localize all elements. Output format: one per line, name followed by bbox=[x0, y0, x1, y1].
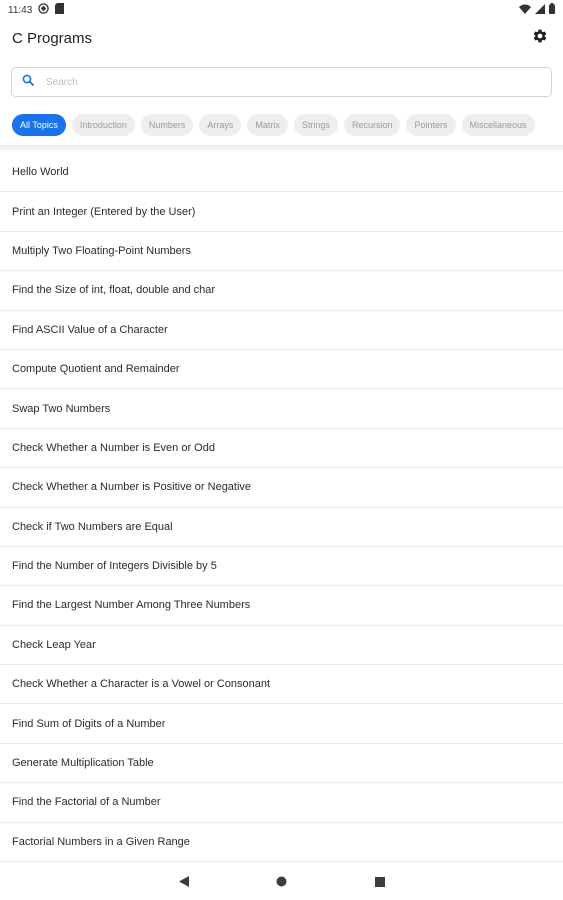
search-bar[interactable] bbox=[11, 67, 552, 97]
chip-matrix[interactable]: Matrix bbox=[247, 114, 288, 136]
program-list: Hello World Print an Integer (Entered by… bbox=[0, 153, 563, 863]
list-divider bbox=[0, 145, 563, 153]
wifi-icon bbox=[519, 4, 531, 17]
system-nav-bar bbox=[0, 866, 563, 900]
recents-button[interactable] bbox=[370, 873, 390, 893]
gear-icon bbox=[532, 28, 548, 49]
chip-all-topics[interactable]: All Topics bbox=[12, 114, 66, 136]
list-item[interactable]: Swap Two Numbers bbox=[0, 389, 563, 429]
list-item[interactable]: Check Whether a Number is Even or Odd bbox=[0, 429, 563, 469]
back-triangle-icon bbox=[178, 874, 189, 892]
list-item[interactable]: Check Whether a Number is Positive or Ne… bbox=[0, 468, 563, 508]
chip-introduction[interactable]: Introduction bbox=[71, 114, 135, 136]
chip-numbers[interactable]: Numbers bbox=[140, 114, 194, 136]
list-item[interactable]: Find ASCII Value of a Character bbox=[0, 311, 563, 350]
list-item[interactable]: Check if Two Numbers are Equal bbox=[0, 508, 563, 547]
list-item[interactable]: Find the Factorial of a Number bbox=[0, 783, 563, 823]
settings-button[interactable] bbox=[529, 27, 551, 49]
home-button[interactable] bbox=[272, 873, 292, 893]
list-item[interactable]: Print an Integer (Entered by the User) bbox=[0, 192, 563, 232]
chip-pointers[interactable]: Pointers bbox=[406, 114, 456, 136]
list-item[interactable]: Multiply Two Floating-Point Numbers bbox=[0, 232, 563, 272]
sd-card-icon bbox=[55, 3, 65, 17]
chip-strings[interactable]: Strings bbox=[293, 114, 338, 136]
chip-arrays[interactable]: Arrays bbox=[199, 114, 242, 136]
topic-chips: All Topics Introduction Numbers Arrays M… bbox=[12, 114, 563, 136]
signal-icon bbox=[535, 3, 545, 17]
recents-square-icon bbox=[374, 874, 385, 892]
list-item[interactable]: Generate Multiplication Table bbox=[0, 744, 563, 784]
chip-recursion[interactable]: Recursion bbox=[343, 114, 401, 136]
battery-icon bbox=[549, 3, 555, 17]
home-circle-icon bbox=[276, 874, 287, 892]
list-item[interactable]: Hello World bbox=[0, 153, 563, 193]
search-input[interactable] bbox=[44, 75, 541, 89]
list-item[interactable]: Find Sum of Digits of a Number bbox=[0, 704, 563, 744]
list-item[interactable]: Check Leap Year bbox=[0, 626, 563, 666]
list-item[interactable]: Factorial Numbers in a Given Range bbox=[0, 823, 563, 863]
list-item[interactable]: Find the Largest Number Among Three Numb… bbox=[0, 586, 563, 626]
vpn-icon bbox=[38, 3, 50, 17]
status-left: 11:43 bbox=[8, 3, 65, 17]
status-time: 11:43 bbox=[8, 4, 33, 16]
search-icon bbox=[22, 73, 34, 91]
back-button[interactable] bbox=[174, 873, 194, 893]
app-bar: C Programs bbox=[0, 22, 563, 54]
status-bar: 11:43 bbox=[0, 0, 563, 20]
list-item[interactable]: Check Whether a Character is a Vowel or … bbox=[0, 665, 563, 705]
list-item[interactable]: Find the Size of int, float, double and … bbox=[0, 271, 563, 311]
page-title: C Programs bbox=[12, 29, 93, 47]
list-item[interactable]: Find the Number of Integers Divisible by… bbox=[0, 547, 563, 587]
chip-miscellaneous[interactable]: Miscellaneous bbox=[461, 114, 535, 136]
list-item[interactable]: Compute Quotient and Remainder bbox=[0, 350, 563, 390]
status-right bbox=[519, 3, 555, 17]
